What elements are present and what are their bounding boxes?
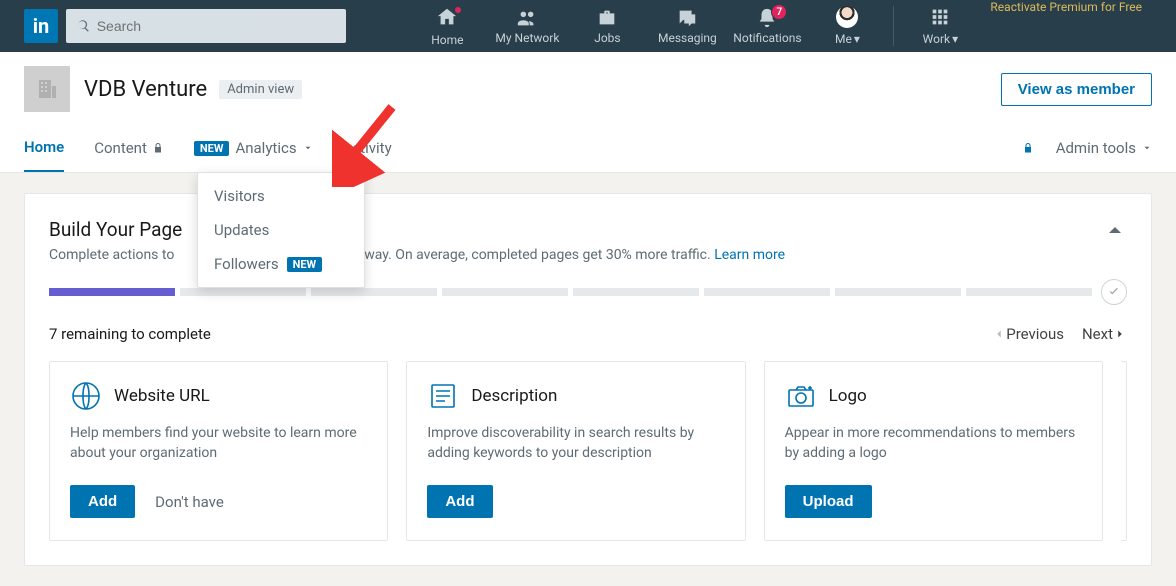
lock-icon <box>152 142 164 154</box>
analytics-dropdown: Visitors Updates Followers NEW <box>197 172 365 288</box>
card-title: Website URL <box>114 386 210 406</box>
apps-icon <box>929 6 951 28</box>
nav-me-label: Me▾ <box>835 30 860 46</box>
progress-segment <box>311 288 437 296</box>
nav-messaging[interactable]: Messaging <box>647 0 727 52</box>
progress-segment <box>573 288 699 296</box>
camera-icon <box>785 380 817 412</box>
build-page-panel: Build Your Page Complete actions to xxxx… <box>24 193 1152 566</box>
view-as-member-button[interactable]: View as member <box>1001 73 1152 106</box>
dropdown-item-followers-label: Followers <box>214 255 279 273</box>
tab-activity[interactable]: Activity <box>343 124 392 172</box>
nav-separator <box>893 6 894 46</box>
avatar <box>836 6 858 28</box>
globe-icon <box>70 380 102 412</box>
pager-previous[interactable]: Previous <box>992 325 1064 343</box>
card-desc: Help members find your website to learn … <box>70 424 367 463</box>
dropdown-item-updates[interactable]: Updates <box>198 213 364 247</box>
chevron-up-icon <box>1103 218 1127 242</box>
progress-segment <box>704 288 830 296</box>
chevron-left-icon <box>992 327 1006 341</box>
progress-complete-icon <box>1101 279 1127 305</box>
linkedin-logo[interactable]: in <box>24 9 58 43</box>
new-badge: NEW <box>194 141 230 156</box>
card-logo: Logo Appear in more recommendations to m… <box>764 361 1103 541</box>
chevron-down-icon <box>1142 143 1152 153</box>
progress-segment <box>180 288 306 296</box>
premium-link[interactable]: Reactivate Premium for Free <box>980 0 1152 52</box>
page-tabs: Home Content NEW Analytics Activity Admi… <box>24 124 1152 172</box>
tab-analytics-label: Analytics <box>235 139 296 157</box>
nav-jobs[interactable]: Jobs <box>567 0 647 52</box>
lock-icon <box>1022 142 1034 154</box>
page-header: VDB Venture Admin view View as member <box>24 52 1152 124</box>
nav-me[interactable]: Me▾ <box>807 0 887 52</box>
nav-messaging-label: Messaging <box>658 31 717 45</box>
global-nav: in Home My Network Jobs Messaging 7 Noti <box>0 0 1176 52</box>
dropdown-item-visitors[interactable]: Visitors <box>198 179 364 213</box>
remaining-count: 7 remaining to complete <box>49 325 211 343</box>
check-icon <box>1107 285 1121 299</box>
card-pager: Previous Next <box>992 325 1127 343</box>
pager-next[interactable]: Next <box>1082 325 1127 343</box>
card-desc: Appear in more recommendations to member… <box>785 424 1082 463</box>
card-title: Logo <box>829 386 867 406</box>
pager-next-label: Next <box>1082 325 1113 343</box>
search-input-wrap[interactable] <box>66 9 346 43</box>
admin-tools-menu[interactable]: Admin tools <box>1056 139 1152 157</box>
progress-segment <box>966 288 1092 296</box>
nav-notifications[interactable]: 7 Notifications <box>727 0 807 52</box>
tab-home[interactable]: Home <box>24 124 64 172</box>
admin-tools-label: Admin tools <box>1056 139 1136 157</box>
dropdown-item-followers[interactable]: Followers NEW <box>198 247 364 281</box>
build-heading: Build Your Page <box>49 218 785 241</box>
page-title: VDB Venture <box>84 77 207 102</box>
add-button[interactable]: Add <box>70 485 135 518</box>
company-logo-placeholder <box>24 66 70 112</box>
nav-notifications-label: Notifications <box>733 31 801 45</box>
chevron-down-icon <box>303 143 313 153</box>
people-icon <box>516 7 538 29</box>
upload-button[interactable]: Upload <box>785 485 872 518</box>
chat-icon <box>676 7 698 29</box>
pager-previous-label: Previous <box>1006 325 1064 343</box>
progress-segment <box>49 288 175 296</box>
new-badge: NEW <box>287 257 323 272</box>
briefcase-icon <box>596 7 618 29</box>
dont-have-button[interactable]: Don't have <box>155 493 224 511</box>
card-title: Description <box>471 386 557 406</box>
tab-analytics[interactable]: NEW Analytics <box>194 124 313 172</box>
home-notification-dot <box>454 6 462 14</box>
nav-work-label: Work▾ <box>923 30 959 46</box>
learn-more-link[interactable]: Learn more <box>714 247 785 263</box>
card-description: Description Improve discoverability in s… <box>406 361 745 541</box>
progress-segment <box>835 288 961 296</box>
add-button[interactable]: Add <box>427 485 492 518</box>
search-input[interactable] <box>97 18 336 34</box>
progress-segment <box>442 288 568 296</box>
card-website-url: Website URL Help members find your websi… <box>49 361 388 541</box>
collapse-button[interactable] <box>1103 218 1127 242</box>
nav-home-label: Home <box>431 33 463 47</box>
document-icon <box>427 380 459 412</box>
card-desc: Improve discoverability in search result… <box>427 424 724 463</box>
nav-jobs-label: Jobs <box>594 31 620 45</box>
tab-content[interactable]: Content <box>94 124 164 172</box>
search-icon <box>76 18 91 34</box>
nav-network-label: My Network <box>495 31 559 45</box>
tab-content-label: Content <box>94 139 147 157</box>
nav-work[interactable]: Work▾ <box>900 0 980 52</box>
building-icon <box>35 77 59 101</box>
next-card-peek <box>1121 361 1127 541</box>
build-subtext: Complete actions to xxxxxxxxxxxxxxxxxxxx… <box>49 247 785 263</box>
chevron-right-icon <box>1113 327 1127 341</box>
nav-network[interactable]: My Network <box>487 0 567 52</box>
notifications-badge: 7 <box>771 4 787 20</box>
admin-view-badge: Admin view <box>219 80 302 99</box>
nav-home[interactable]: Home <box>407 0 487 52</box>
